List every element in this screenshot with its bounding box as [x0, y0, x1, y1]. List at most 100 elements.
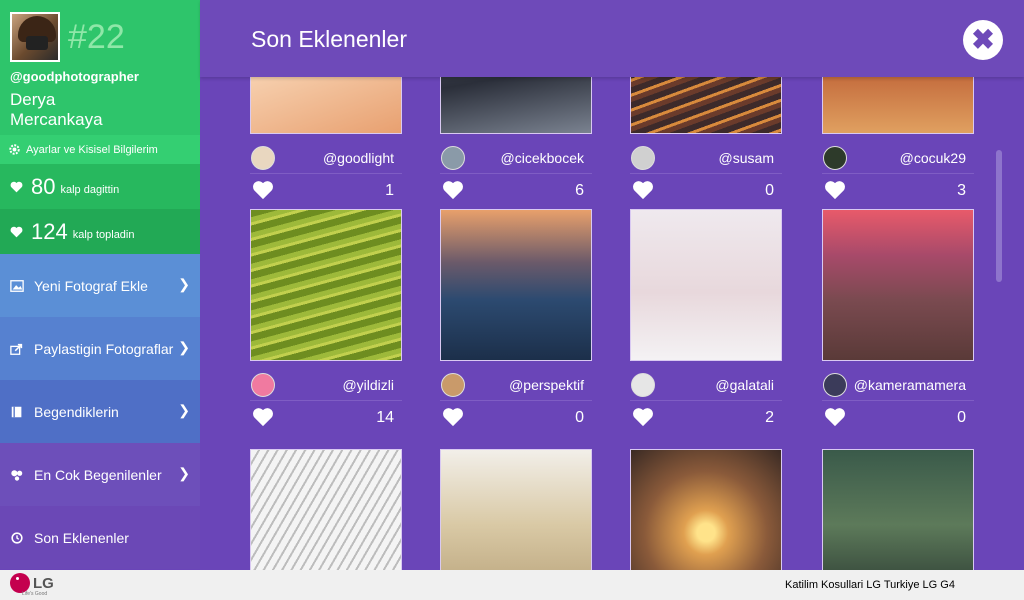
photo-author[interactable]: @perspektif — [509, 377, 584, 393]
photo-card[interactable] — [250, 449, 402, 570]
photo-author[interactable]: @galatali — [715, 377, 774, 393]
like-heart-icon[interactable] — [824, 407, 846, 427]
photo-author-row: @goodlight — [250, 144, 402, 174]
photo-card[interactable]: @perspektif 0 — [440, 209, 592, 427]
photo-thumbnail[interactable] — [630, 77, 782, 134]
photo-card[interactable]: @kameramamera 0 — [822, 209, 974, 427]
like-heart-icon[interactable] — [824, 180, 846, 200]
photo-card[interactable]: @cocuk29 3 — [822, 77, 974, 200]
user-avatar[interactable] — [251, 373, 275, 397]
photo-thumbnail[interactable] — [440, 449, 592, 570]
hearts-given-label: kalp dagittin — [60, 183, 120, 196]
photo-card[interactable]: @goodlight 1 — [250, 77, 402, 200]
photo-thumbnail[interactable] — [440, 209, 592, 361]
page-header: Son Eklenenler ✖ — [200, 0, 1024, 77]
hearts-received: 124 kalp topladin — [0, 209, 200, 254]
like-heart-icon[interactable] — [632, 180, 654, 200]
clock-icon — [11, 531, 23, 544]
user-avatar[interactable] — [823, 373, 847, 397]
profile-name: Derya Mercankaya — [10, 90, 103, 129]
menu-liked[interactable]: Begendiklerin ❯ — [0, 380, 200, 443]
like-count: 0 — [957, 409, 966, 426]
photo-likes-row: 0 — [822, 403, 974, 433]
photo-thumbnail[interactable] — [250, 209, 402, 361]
menu-recent[interactable]: Son Eklenenler — [0, 506, 200, 569]
page-title: Son Eklenenler — [251, 26, 407, 52]
photo-card[interactable]: @galatali 2 — [630, 209, 782, 427]
photo-likes-row: 6 — [440, 176, 592, 206]
photo-thumbnail[interactable] — [630, 209, 782, 361]
heart-icon — [10, 226, 23, 237]
like-heart-icon[interactable] — [442, 407, 464, 427]
photo-thumbnail[interactable] — [250, 449, 402, 570]
like-count: 0 — [575, 409, 584, 426]
hearts-given: 80 kalp dagittin — [0, 164, 200, 209]
photo-card[interactable] — [630, 449, 782, 570]
photo-author-row: @perspektif — [440, 371, 592, 401]
user-avatar[interactable] — [631, 373, 655, 397]
settings-label: Ayarlar ve Kisisel Bilgilerim — [26, 143, 158, 156]
photo-likes-row: 0 — [440, 403, 592, 433]
lg-logo[interactable]: LG — [10, 573, 54, 593]
sidebar: #22 @goodphotographer Derya Mercankaya A… — [0, 0, 200, 570]
photo-card[interactable] — [822, 449, 974, 570]
user-avatar[interactable] — [631, 146, 655, 170]
photo-grid: @goodlight 1 @cicekbocek 6 @susam 0 @cocuk29 3 @… — [200, 77, 1024, 570]
photo-card[interactable] — [440, 449, 592, 570]
photo-thumbnail[interactable] — [630, 449, 782, 570]
photo-author[interactable]: @cocuk29 — [900, 150, 966, 166]
photo-author-row: @cocuk29 — [822, 144, 974, 174]
menu-most-liked[interactable]: En Cok Begenilenler ❯ — [0, 443, 200, 506]
scrollbar[interactable] — [996, 150, 1002, 282]
menu-add-photo[interactable]: Yeni Fotograf Ekle ❯ — [0, 254, 200, 317]
settings-link[interactable]: Ayarlar ve Kisisel Bilgilerim — [0, 135, 200, 164]
menu-label: En Cok Begenilenler — [34, 466, 162, 483]
like-heart-icon[interactable] — [252, 407, 274, 427]
profile-avatar[interactable] — [10, 12, 60, 62]
photo-thumbnail[interactable] — [250, 77, 402, 134]
menu-shared-photos[interactable]: Paylastigin Fotograflar ❯ — [0, 317, 200, 380]
like-heart-icon[interactable] — [252, 180, 274, 200]
user-avatar[interactable] — [251, 146, 275, 170]
user-avatar[interactable] — [441, 146, 465, 170]
hearts-given-count: 80 — [31, 173, 56, 199]
user-avatar[interactable] — [823, 146, 847, 170]
menu-label: Begendiklerin — [34, 403, 119, 420]
chevron-right-icon: ❯ — [178, 402, 190, 418]
heart-icon — [10, 181, 23, 192]
photo-author-row: @kameramamera — [822, 371, 974, 401]
menu-label: Paylastigin Fotograflar — [34, 340, 174, 357]
trophy-icon — [11, 469, 23, 481]
photo-author[interactable]: @cicekbocek — [501, 150, 584, 166]
menu-label: Yeni Fotograf Ekle — [34, 277, 148, 294]
profile-panel: #22 @goodphotographer Derya Mercankaya — [0, 0, 200, 135]
photo-thumbnail[interactable] — [822, 449, 974, 570]
photo-thumbnail[interactable] — [822, 209, 974, 361]
share-icon — [10, 343, 23, 355]
photo-author[interactable]: @susam — [719, 150, 774, 166]
footer: LG Life's Good Katilim Kosullari LG Turk… — [0, 570, 1024, 600]
chevron-right-icon: ❯ — [178, 465, 190, 481]
hearts-received-label: kalp topladin — [72, 228, 135, 241]
rank-badge: #22 — [68, 18, 125, 56]
photo-thumbnail[interactable] — [822, 77, 974, 134]
like-heart-icon[interactable] — [442, 180, 464, 200]
like-heart-icon[interactable] — [632, 407, 654, 427]
close-button[interactable]: ✖ — [963, 20, 1003, 60]
photo-thumbnail[interactable] — [440, 77, 592, 134]
book-icon — [11, 406, 22, 417]
photo-card[interactable]: @susam 0 — [630, 77, 782, 200]
photo-author-row: @susam — [630, 144, 782, 174]
photo-author[interactable]: @yildizli — [342, 377, 394, 393]
chevron-right-icon: ❯ — [178, 276, 190, 292]
photo-card[interactable]: @cicekbocek 6 — [440, 77, 592, 200]
photo-author[interactable]: @goodlight — [323, 150, 394, 166]
photo-author[interactable]: @kameramamera — [854, 377, 966, 393]
like-count: 0 — [765, 182, 774, 199]
terms-link[interactable]: Katilim Kosullari LG Turkiye LG G4 — [785, 579, 955, 591]
photo-card[interactable]: @yildizli 14 — [250, 209, 402, 427]
user-avatar[interactable] — [441, 373, 465, 397]
photo-likes-row: 14 — [250, 403, 402, 433]
like-count: 2 — [765, 409, 774, 426]
photo-author-row: @galatali — [630, 371, 782, 401]
